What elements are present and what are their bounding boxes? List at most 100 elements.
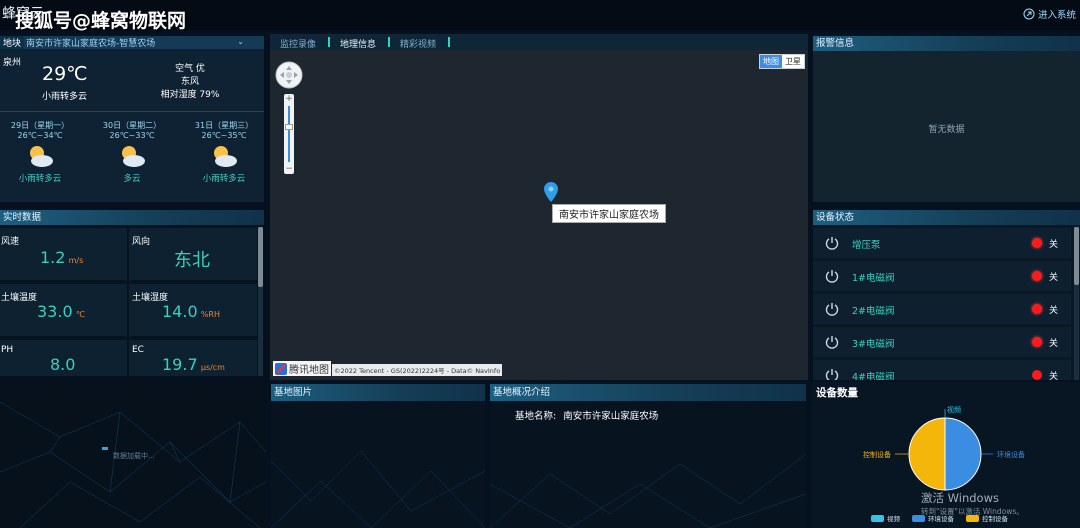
enter-system-link[interactable]: 进入系统 [1023,7,1076,21]
forecast-desc: 多云 [123,174,141,184]
pie-slice-2[interactable] [908,417,946,491]
map-area[interactable]: + − 地图 卫星 南安市许家山家庭农场 腾讯地图 ©2022 Tencent … [270,50,808,380]
metric-number: 8.0 [50,355,76,374]
legend-item-env[interactable]: 环境设备 [912,513,954,523]
pie-slice-1[interactable] [944,417,982,491]
forecast-range: 26℃~33℃ [109,131,155,140]
power-icon[interactable] [825,269,839,283]
power-icon[interactable] [825,236,839,250]
watermark-text: 搜狐号@蜂窝物联网 [15,10,187,32]
base-name-row: 基地名称: 南安市许家山家庭农场 [515,408,658,422]
device-row[interactable]: 增压泵 关 [813,228,1071,258]
network-background [490,453,806,528]
metric-label: PH [1,345,14,355]
pie-label-0: 视频 [947,405,961,414]
metric-value: 33.0 ℃ [37,302,85,321]
zoom-in-button[interactable]: + [284,94,294,104]
device-row[interactable]: 2#电磁阀 关 [813,294,1071,324]
enter-system-label: 进入系统 [1038,10,1077,21]
alarm-title: 报警信息 [813,36,1080,51]
metric-number: 14.0 [162,302,198,321]
network-background [271,450,485,528]
metric-number: 1.2 [40,248,66,267]
base-image-title: 基地图片 [271,384,485,401]
device-state: 关 [1049,240,1059,250]
tab-geo-info[interactable]: 地理信息 [340,37,376,50]
power-icon[interactable] [825,335,839,349]
tab-separator [388,37,390,47]
map-zoom-control[interactable]: + − [284,94,294,174]
weather-temp: 29℃ [42,63,88,85]
metric-value: 14.0 %RH [162,302,220,321]
zoom-thumb[interactable] [285,124,293,130]
pie-label-1: 环境设备 [997,450,1025,459]
power-icon[interactable] [825,368,839,380]
metric-label: 土壤温度 [1,293,38,303]
power-icon[interactable] [825,302,839,316]
device-count-panel: 设备数量 视频 环境设备 控制设备 激活 Windows 转到"设置"以激活 Win… [811,382,1080,528]
zoom-track[interactable] [288,106,290,162]
device-row[interactable]: 3#电磁阀 关 [813,327,1071,357]
device-row[interactable]: 4#电磁阀 关 [813,360,1071,380]
sun-cloud-icon [122,146,145,167]
legend-label: 控制设备 [982,515,1008,523]
forecast-date: 29日（星期一） [10,121,70,130]
map-pan-control[interactable] [274,60,304,90]
metric-wind-direction: 风向 东北 [129,228,257,280]
device-status-panel: 设备状态 增压泵 关 1#电磁阀 关 2#电磁阀 关 3#电磁阀 关 4#电磁阀… [813,210,1080,380]
enter-arrow-icon [1023,8,1035,20]
map-brand-text: 腾讯地图 [289,365,329,376]
device-state: 关 [1049,306,1059,316]
forecast-day-1: 29日（星期一） 26℃~34℃ 小雨转多云 [5,120,75,184]
metric-unit: %RH [200,310,220,319]
status-dot [1032,238,1042,248]
status-dot [1032,337,1042,347]
status-dot [1032,304,1042,314]
device-state: 关 [1049,372,1059,380]
device-name: 2#电磁阀 [852,306,895,317]
metric-value: 8.0 [50,355,75,374]
forecast-date: 30日（星期二） [102,121,162,130]
legend-swatch [871,514,884,522]
metric-number: 东北 [174,250,210,271]
site-value: 南安市许家山家庭农场-智慧农场 [26,39,156,49]
map-pin-icon[interactable] [544,182,562,204]
map-brand: 腾讯地图 [273,361,331,376]
metric-label: 风速 [1,237,20,247]
device-status-scrollbar[interactable] [1074,227,1079,380]
metric-number: 19.7 [162,355,198,374]
forecast-date: 31日（星期三） [194,121,254,130]
weather-city: 泉州 [3,58,22,68]
map-marker-label: 南安市许家山家庭农场 [552,204,666,223]
map-type-switch: 地图 卫星 [759,54,805,69]
metric-label: 风向 [132,237,151,247]
metric-soil-humidity: 土壤湿度 14.0 %RH [129,284,257,336]
device-row[interactable]: 1#电磁阀 关 [813,261,1071,291]
site-selector[interactable]: 地块 南安市许家山家庭农场-智慧农场 ⌄ [0,36,264,49]
sun-cloud-icon [30,146,53,167]
realtime-scrollbar[interactable] [258,227,263,376]
center-tab-bar: 监控录像 地理信息 精彩视频 [270,34,808,50]
map-type-map-button[interactable]: 地图 [760,55,782,68]
tab-videos[interactable]: 精彩视频 [400,37,436,50]
zoom-out-button[interactable]: − [284,164,294,174]
base-name-value: 南安市许家山家庭农场 [563,411,659,422]
metric-label: EC [132,345,144,355]
map-type-satellite-button[interactable]: 卫星 [782,55,804,68]
tab-monitoring[interactable]: 监控录像 [280,37,316,50]
chart-panel: 数据加载中... [0,382,266,528]
pie-legend: 视频 环境设备 控制设备 [871,513,1008,523]
weather-panel: 地块 南安市许家山家庭农场-智慧农场 ⌄ 泉州 29℃ 小雨转多云 空气 优 东… [0,36,264,202]
base-intro-title: 基地概况介绍 [490,384,806,401]
weather-wind: 东风 [180,77,199,87]
legend-item-video[interactable]: 视频 [871,513,900,523]
legend-label: 视频 [887,515,900,523]
loading-text: 数据加载中... [113,452,155,460]
sun-cloud-icon [214,146,237,167]
device-status-title: 设备状态 [813,210,1080,225]
metric-number: 33.0 [37,302,73,321]
status-dot [1032,271,1042,281]
legend-item-control[interactable]: 控制设备 [966,513,1008,523]
weather-air: 空气 优 [175,64,205,74]
device-name: 1#电磁阀 [852,273,895,284]
